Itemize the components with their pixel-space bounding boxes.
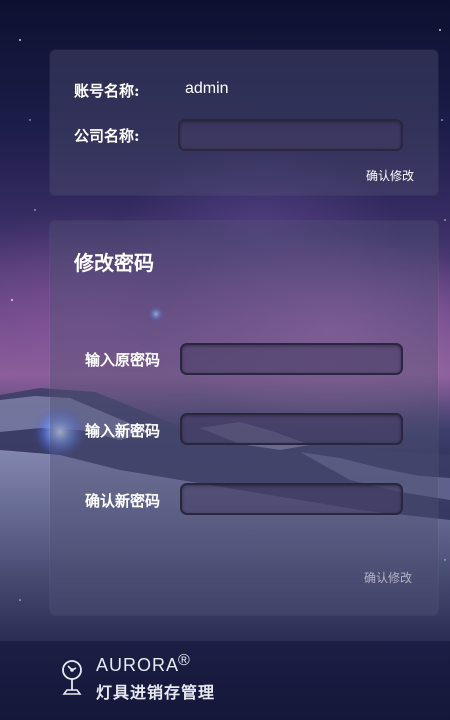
section-title: 修改密码 (74, 251, 154, 275)
username-value: admin (185, 80, 229, 97)
confirm-password-label: 确认新密码 (85, 492, 161, 510)
brand-name: AURORA (96, 655, 180, 675)
change-password-panel: 修改密码 输入原密码 输入新密码 确认新密码 确认修改 (50, 221, 438, 615)
registered-mark: ® (178, 652, 190, 669)
new-password-input[interactable] (180, 413, 403, 445)
old-password-input[interactable] (180, 343, 403, 375)
lamp-icon (62, 660, 82, 695)
old-password-label: 输入原密码 (85, 351, 161, 369)
username-label: 账号名称: (74, 82, 140, 100)
brand-subtitle: 灯具进销存管理 (96, 683, 216, 702)
confirm-password-input[interactable] (180, 483, 403, 515)
new-password-label: 输入新密码 (85, 422, 161, 440)
company-name-input[interactable] (178, 119, 403, 151)
company-name-label: 公司名称: (74, 127, 140, 145)
confirm-password-button[interactable]: 确认修改 (364, 569, 412, 586)
footer-bar: AURORA ® 灯具进销存管理 (0, 641, 450, 720)
account-info-panel: 账号名称: admin 公司名称: 确认修改 (50, 50, 438, 195)
confirm-account-button[interactable]: 确认修改 (366, 167, 414, 184)
